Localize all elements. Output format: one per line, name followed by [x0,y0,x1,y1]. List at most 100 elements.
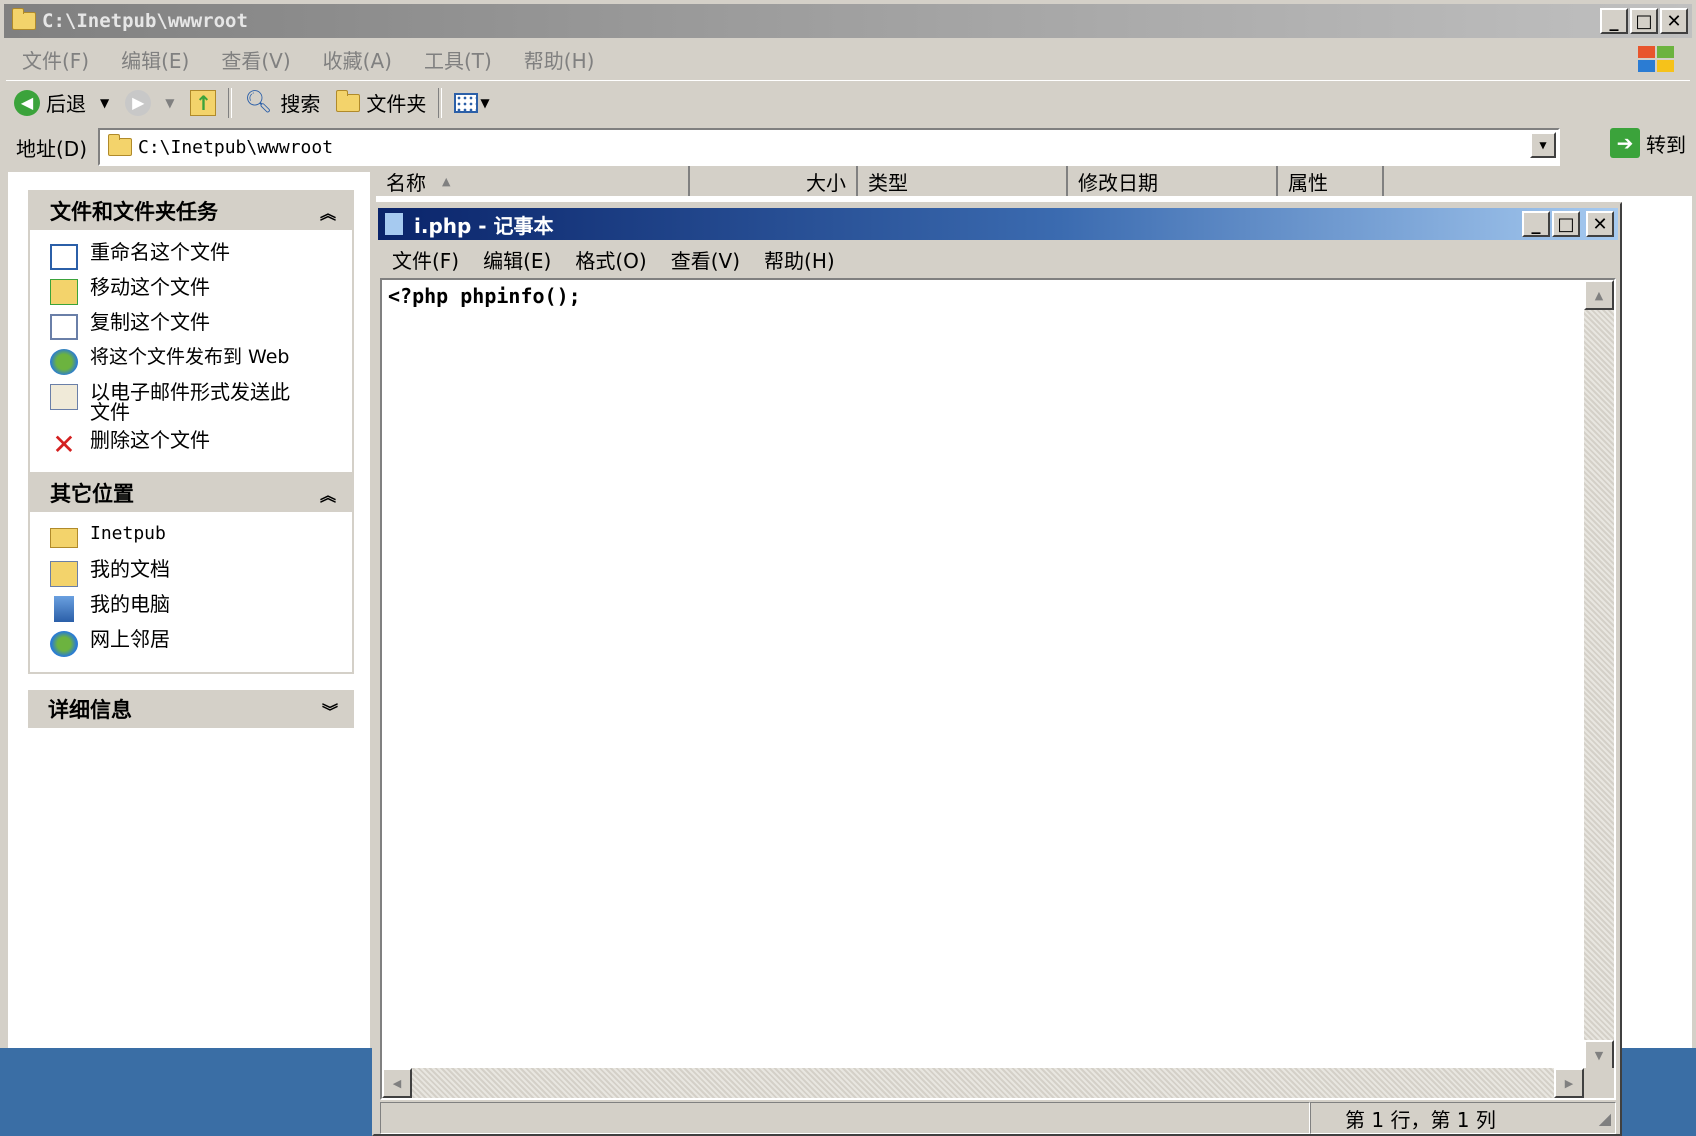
scroll-up-button[interactable]: ▲ [1584,280,1614,310]
horizontal-scrollbar[interactable]: ◀ ▶ [382,1068,1584,1098]
status-cursor-position: 第 1 行，第 1 列 ◢ [1310,1102,1616,1134]
details-panel: 详细信息 ︾ [28,690,354,728]
menu-favorites[interactable]: 收藏(A) [307,45,408,74]
address-input[interactable]: C:\Inetpub\wwwroot ▼ [98,128,1560,166]
resize-grip-icon[interactable]: ◢ [1599,1109,1611,1128]
np-menu-format[interactable]: 格式(O) [563,245,658,274]
place-my-documents-label: 我的文档 [90,557,170,581]
task-email[interactable]: 以电子邮件形式发送此文件 [50,382,352,430]
up-folder-icon: ↑ [190,89,217,116]
views-button[interactable]: ▼ [446,83,497,123]
address-value: C:\Inetpub\wwwroot [138,136,334,158]
folders-label: 文件夹 [366,92,427,116]
notepad-title-text: i.php - 记事本 [414,213,554,238]
expand-chevron-icon[interactable]: ︾ [322,698,338,722]
close-button[interactable]: ✕ [1660,8,1688,34]
file-tasks-header[interactable]: 文件和文件夹任务 ︽ [30,192,352,230]
search-label: 搜索 [280,92,321,116]
go-label: 转到 [1646,132,1686,157]
back-dropdown-icon[interactable]: ▼ [100,96,109,110]
place-inetpub[interactable]: Inetpub [50,524,352,559]
column-attributes[interactable]: 属性 [1278,166,1384,196]
task-pane: 文件和文件夹任务 ︽ 重命名这个文件 移动这个文件 复制这个文件 将这个文件发布… [8,172,370,1048]
address-dropdown-button[interactable]: ▼ [1530,132,1556,158]
go-arrow-icon: ➔ [1610,128,1640,158]
other-places-panel: 其它位置 ︽ Inetpub 我的文档 我的电脑 网上邻居 [28,472,354,674]
notepad-menu-bar: 文件(F) 编辑(E) 格式(O) 查看(V) 帮助(H) [380,242,1616,276]
np-menu-edit[interactable]: 编辑(E) [471,245,563,274]
column-modified[interactable]: 修改日期 [1068,166,1278,196]
folder-icon [12,8,36,30]
folders-icon [336,89,361,112]
task-copy-label: 复制这个文件 [90,310,210,334]
menu-help[interactable]: 帮助(H) [508,45,611,74]
other-places-header[interactable]: 其它位置 ︽ [30,474,352,512]
menu-tools[interactable]: 工具(T) [408,45,508,74]
notepad-maximize-button[interactable]: □ [1552,211,1580,237]
menu-view[interactable]: 查看(V) [205,45,306,74]
maximize-button[interactable]: □ [1630,8,1658,34]
scroll-right-button[interactable]: ▶ [1554,1068,1584,1098]
views-dropdown-icon: ▼ [480,95,490,110]
column-name[interactable]: 名称 ▲ [376,166,690,196]
task-move-label: 移动这个文件 [90,275,210,299]
address-label: 地址(D) [16,136,88,161]
task-copy[interactable]: 复制这个文件 [50,312,352,347]
file-list-header: 名称 ▲ 大小 类型 修改日期 属性 [376,166,1692,196]
place-my-documents[interactable]: 我的文档 [50,559,352,594]
copy-icon [50,314,78,340]
np-menu-view[interactable]: 查看(V) [659,245,752,274]
notepad-close-button[interactable]: ✕ [1586,211,1614,237]
task-delete[interactable]: ✕ 删除这个文件 [50,430,352,465]
explorer-title-bar[interactable]: C:\Inetpub\wwwroot _ □ ✕ [4,4,1692,38]
details-header[interactable]: 详细信息 ︾ [28,690,354,728]
forward-arrow-icon: ▶ [125,89,152,116]
column-type[interactable]: 类型 [858,166,1068,196]
address-folder-icon [108,134,132,156]
minimize-button[interactable]: _ [1600,8,1628,34]
windows-logo-icon [1634,42,1678,76]
scroll-left-button[interactable]: ◀ [382,1068,412,1098]
place-inetpub-label: Inetpub [90,523,166,544]
column-size[interactable]: 大小 [690,166,858,196]
scroll-down-button[interactable]: ▼ [1584,1040,1614,1070]
place-network[interactable]: 网上邻居 [50,629,352,664]
explorer-toolbar: ◀ 后退 ▼ ▶ ▼ ↑ 🔍︎ 搜索 文件夹 ▼ [6,80,1690,124]
forward-button[interactable]: ▶ ▼ [117,83,182,123]
globe-icon [50,349,78,375]
up-folder-button[interactable]: ↑ [182,83,224,123]
menu-edit[interactable]: 编辑(E) [105,45,205,74]
np-menu-help[interactable]: 帮助(H) [752,245,847,274]
collapse-chevron-icon[interactable]: ︽ [320,482,336,506]
notepad-minimize-button[interactable]: _ [1522,211,1550,237]
place-my-computer[interactable]: 我的电脑 [50,594,352,629]
np-menu-file[interactable]: 文件(F) [380,245,471,274]
rename-icon [50,244,78,270]
notepad-title-bar[interactable]: i.php - 记事本 _ □ ✕ [378,208,1618,240]
task-rename[interactable]: 重命名这个文件 [50,242,352,277]
notepad-text-area[interactable]: <?php phpinfo(); ▲ ▼ ◀ ▶ [380,278,1616,1100]
notepad-content: <?php phpinfo(); [388,284,581,308]
back-arrow-icon: ◀ [14,89,40,116]
address-bar: 地址(D) C:\Inetpub\wwwroot ▼ ➔ 转到 [6,126,1690,168]
forward-dropdown-icon[interactable]: ▼ [165,96,174,110]
task-publish-web[interactable]: 将这个文件发布到 Web [50,347,352,382]
collapse-chevron-icon[interactable]: ︽ [320,200,336,224]
menu-file[interactable]: 文件(F) [6,45,105,74]
network-icon [50,631,78,657]
my-documents-icon [50,561,78,587]
task-move[interactable]: 移动这个文件 [50,277,352,312]
back-button[interactable]: ◀ 后退 ▼ [6,83,117,123]
go-button[interactable]: ➔ 转到 [1610,128,1686,158]
notepad-icon [384,212,404,236]
search-button[interactable]: 🔍︎ 搜索 [236,83,328,123]
file-tasks-panel: 文件和文件夹任务 ︽ 重命名这个文件 移动这个文件 复制这个文件 将这个文件发布… [28,190,354,475]
task-rename-label: 重命名这个文件 [90,240,230,264]
explorer-menu-bar: 文件(F) 编辑(E) 查看(V) 收藏(A) 工具(T) 帮助(H) [6,40,1690,78]
vertical-scrollbar[interactable]: ▲ ▼ [1584,280,1614,1070]
folder-icon [50,528,78,548]
other-places-title: 其它位置 [50,482,134,506]
folders-button[interactable]: 文件夹 [328,83,434,123]
notepad-status-bar: 第 1 行，第 1 列 ◢ [380,1102,1616,1134]
place-network-label: 网上邻居 [90,627,170,651]
